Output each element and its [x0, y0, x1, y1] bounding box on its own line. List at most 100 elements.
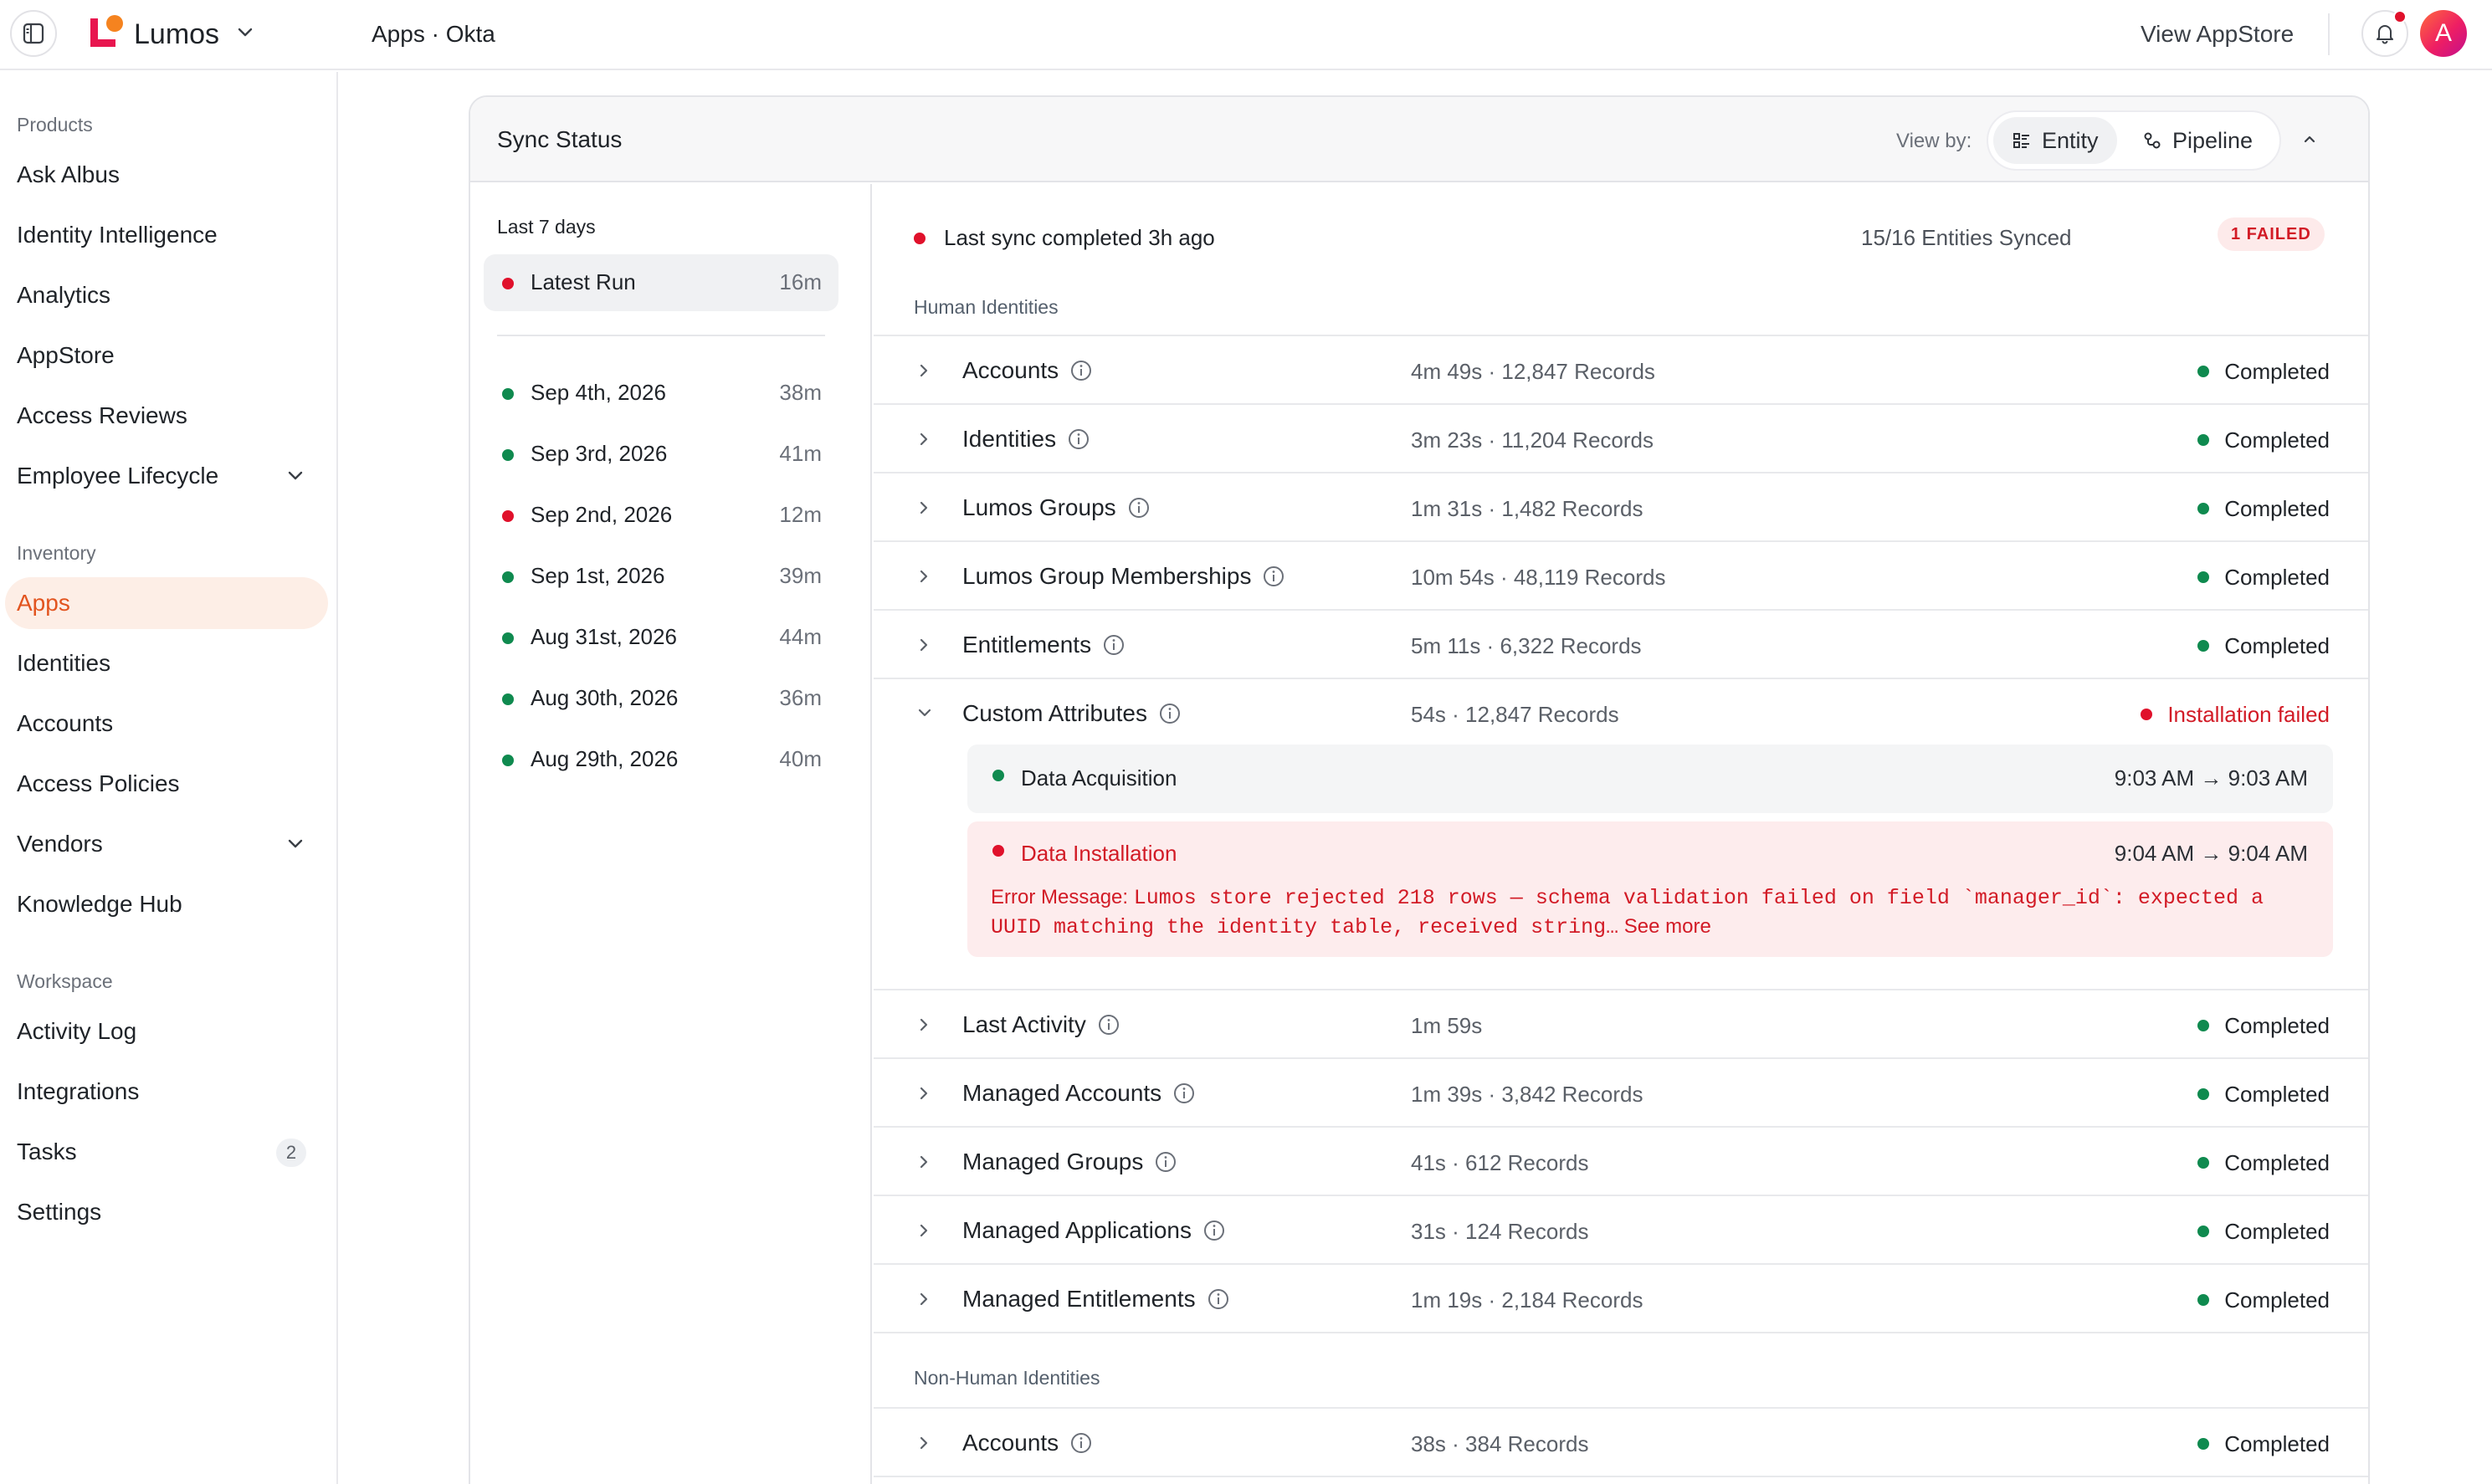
sidebar-item-settings[interactable]: Settings	[5, 1186, 328, 1238]
info-icon[interactable]	[1103, 634, 1125, 656]
status-text: Completed	[2224, 1150, 2330, 1175]
group-label-nonhuman: Non-Human Identities	[914, 1367, 1100, 1389]
chevron-down-icon[interactable]	[236, 23, 254, 42]
chevron-right-icon[interactable]	[915, 636, 932, 654]
run-item[interactable]: Sep 1st, 2026 39m	[484, 548, 838, 605]
entity-row-expanded[interactable]: Custom Attributes 54s · 12,847 Records I…	[874, 678, 2368, 989]
chevron-right-icon[interactable]	[915, 1221, 932, 1240]
notification-dot	[2393, 10, 2407, 23]
chevron-right-icon[interactable]	[915, 1084, 932, 1103]
entities-synced-count: 15/16 Entities Synced	[1861, 225, 2072, 250]
info-icon[interactable]	[1173, 1082, 1195, 1104]
info-icon[interactable]	[1159, 703, 1181, 724]
sidebar-toggle-button[interactable]	[10, 10, 57, 57]
view-appstore-link[interactable]: View AppStore	[2141, 18, 2294, 50]
sidebar-item-analytics[interactable]: Analytics	[5, 269, 328, 321]
status-dot	[502, 693, 514, 705]
see-more-link[interactable]: See more	[1624, 915, 1711, 938]
entity-row[interactable]: Lumos Groups 1m 31s · 1,482 Records Comp…	[874, 472, 2368, 540]
run-item[interactable]: Sep 3rd, 2026 41m	[484, 426, 838, 483]
run-item[interactable]: Sep 4th, 2026 38m	[484, 365, 838, 422]
run-item[interactable]: Aug 30th, 2026 36m	[484, 670, 838, 727]
info-icon[interactable]	[1098, 1014, 1120, 1036]
chevron-right-icon[interactable]	[915, 1016, 932, 1034]
info-icon[interactable]	[1070, 360, 1092, 381]
run-item[interactable]: Aug 31st, 2026 44m	[484, 609, 838, 666]
run-duration: 12m	[779, 502, 822, 527]
run-item-latest[interactable]: Latest Run 16m	[484, 254, 838, 311]
avatar[interactable]: A	[2420, 10, 2467, 57]
sidebar-item-knowledge-hub[interactable]: Knowledge Hub	[5, 878, 328, 930]
run-item[interactable]: Sep 2nd, 2026 12m	[484, 487, 838, 544]
sidebar-panel-icon	[23, 23, 44, 44]
sidebar-item-vendors[interactable]: Vendors	[5, 818, 328, 870]
sidebar-item-activity-log[interactable]: Activity Log	[5, 1006, 328, 1057]
sidebar-item-access-policies[interactable]: Access Policies	[5, 758, 328, 810]
run-label: Latest Run	[531, 269, 636, 294]
info-icon[interactable]	[1263, 565, 1284, 587]
entity-meta: 38s · 384 Records	[1411, 1431, 1589, 1456]
sidebar-item-employee-lifecycle[interactable]: Employee Lifecycle	[5, 450, 328, 502]
entity-row[interactable]: Identities 3m 23s · 11,204 Records Compl…	[874, 403, 2368, 472]
entity-view-button[interactable]: Entity	[1993, 117, 2117, 164]
sidebar-item-access-reviews[interactable]: Access Reviews	[5, 390, 328, 442]
run-label: Sep 3rd, 2026	[531, 441, 668, 466]
info-icon[interactable]	[1128, 497, 1150, 519]
info-icon[interactable]	[1203, 1220, 1225, 1241]
entity-row[interactable]: Managed Accounts 1m 39s · 3,842 Records …	[874, 1057, 2368, 1126]
entity-status: Completed	[2197, 562, 2330, 592]
info-icon[interactable]	[1068, 428, 1090, 450]
sidebar-item-appstore[interactable]: AppStore	[5, 330, 328, 381]
entity-name: Lumos Group Memberships	[962, 563, 1252, 589]
entity-name: Managed Accounts	[962, 1080, 1162, 1106]
chevron-right-icon[interactable]	[915, 1290, 932, 1308]
chevron-right-icon[interactable]	[915, 499, 932, 517]
status-dot	[992, 770, 1004, 781]
entity-status: Completed	[2197, 631, 2330, 661]
info-icon[interactable]	[1070, 1432, 1092, 1454]
sidebar-item-accounts[interactable]: Accounts	[5, 698, 328, 750]
info-icon[interactable]	[1208, 1288, 1229, 1310]
entity-meta: 1m 19s · 2,184 Records	[1411, 1287, 1643, 1313]
chevron-down-icon	[288, 471, 303, 480]
entity-row[interactable]: Managed Groups 41s · 612 Records Complet…	[874, 1126, 2368, 1195]
sidebar-item-label: Tasks	[17, 1139, 77, 1164]
pipeline-view-button[interactable]: Pipeline	[2124, 117, 2271, 164]
run-duration: 39m	[779, 563, 822, 588]
entity-row[interactable]: Accounts 38s · 384 Records Completed	[874, 1407, 2368, 1476]
chevron-right-icon[interactable]	[915, 430, 932, 448]
status-dot	[502, 449, 514, 461]
status-dot	[2197, 1226, 2210, 1238]
chevron-right-icon[interactable]	[915, 1153, 932, 1171]
entity-row[interactable]: Entitlements 5m 11s · 6,322 Records Comp…	[874, 609, 2368, 678]
status-dot	[2197, 503, 2210, 515]
run-item[interactable]: Aug 29th, 2026 40m	[484, 731, 838, 788]
status-dot	[502, 632, 514, 644]
sidebar-item-integrations[interactable]: Integrations	[5, 1066, 328, 1118]
chevron-right-icon[interactable]	[915, 567, 932, 586]
status-dot	[914, 233, 926, 244]
sidebar-item-ask-albus[interactable]: Ask Albus	[5, 149, 328, 201]
entity-row[interactable]: Last Activity 1m 59s Completed	[874, 989, 2368, 1057]
entity-row[interactable]: Managed Entitlements 1m 19s · 2,184 Reco…	[874, 1263, 2368, 1332]
info-icon[interactable]	[1155, 1151, 1177, 1173]
entity-row[interactable]: Managed Applications 31s · 124 Records C…	[874, 1195, 2368, 1263]
sync-status-card: Sync Status View by: Entity Pipeline Las…	[469, 95, 2370, 1484]
status-dot	[502, 571, 514, 583]
run-label: Aug 29th, 2026	[531, 746, 679, 771]
workspace-name[interactable]: Lumos	[134, 15, 219, 54]
entity-meta: 54s · 12,847 Records	[1411, 702, 1619, 727]
sidebar-item-identity-intelligence[interactable]: Identity Intelligence	[5, 209, 328, 261]
sidebar-item-tasks[interactable]: Tasks 2	[5, 1126, 328, 1178]
chevron-right-icon[interactable]	[915, 1434, 932, 1452]
chevron-up-icon[interactable]	[2300, 129, 2320, 149]
step-name: Data Acquisition	[1021, 765, 1177, 791]
chevron-right-icon[interactable]	[915, 361, 932, 380]
entity-row[interactable]: Accounts 4m 49s · 12,847 Records Complet…	[874, 335, 2368, 403]
pipeline-view-label: Pipeline	[2172, 127, 2254, 153]
sidebar-item-identities[interactable]: Identities	[5, 637, 328, 689]
sidebar-item-apps[interactable]: Apps	[5, 577, 328, 629]
entity-row[interactable]: Lumos Group Memberships 10m 54s · 48,119…	[874, 540, 2368, 609]
status-dot	[992, 845, 1004, 857]
chevron-down-icon[interactable]	[915, 704, 934, 721]
